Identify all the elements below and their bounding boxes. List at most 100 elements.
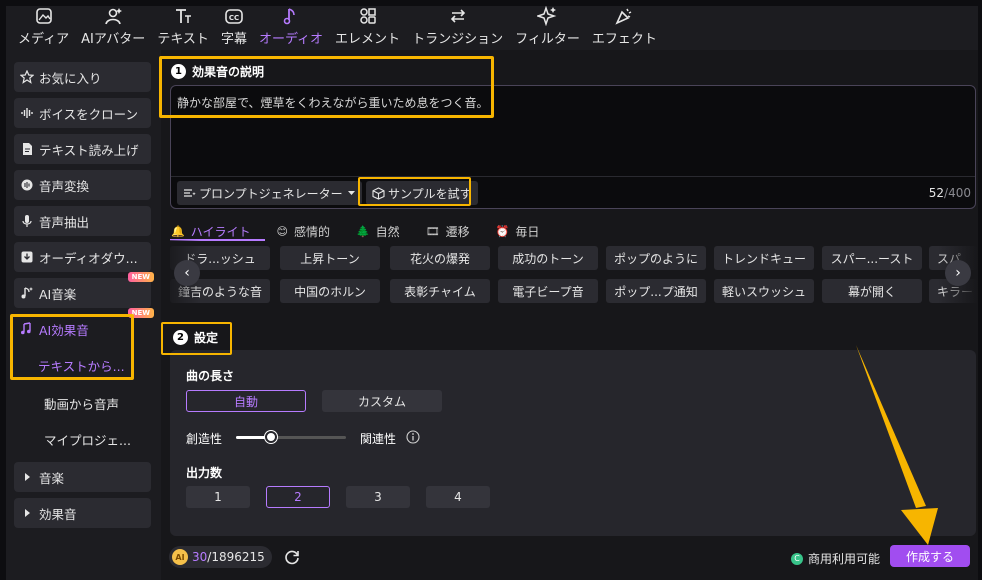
film-icon: 🎞 (425, 224, 440, 238)
filter-icon (537, 6, 557, 26)
chips-prev-button[interactable]: ‹ (174, 260, 200, 286)
tab-nature[interactable]: 🌲 自然 (356, 220, 400, 242)
char-counter: 52/400 (929, 186, 971, 200)
toolbar-element[interactable]: エレメント (329, 6, 406, 50)
chip-preset[interactable]: 上昇トーン (280, 246, 380, 270)
sidebar-item-ai-music[interactable]: AI音楽 NEW (14, 272, 154, 308)
char-max: /400 (944, 186, 971, 200)
chip-preset[interactable]: 表彰チャイム (390, 279, 490, 303)
chip-preset[interactable]: トレンドキュー (714, 246, 814, 270)
bell-icon: 🔔 (171, 224, 185, 238)
app-window: メディア AIアバター テキスト CC 字幕 オーディオ エレメント トランジシ… (0, 0, 982, 580)
tab-transition[interactable]: 🎞 遷移 (426, 220, 470, 242)
sidebar-item-label: マイプロジェ... (44, 432, 131, 448)
toolbar-filter[interactable]: フィルター (509, 6, 586, 50)
alarm-icon: ⏰ (495, 224, 510, 238)
tab-emotional[interactable]: 😊 感情的 (276, 220, 329, 242)
sidebar-item-label: 音声抽出 (39, 214, 90, 230)
slider-handle[interactable] (265, 431, 278, 443)
sidebar-item-favorites[interactable]: お気に入り (14, 62, 151, 92)
effect-icon (615, 8, 632, 25)
voice-convert-icon (20, 178, 34, 192)
output-option-3[interactable]: 3 (346, 486, 410, 508)
highlight-box-sample (358, 177, 471, 206)
output-option-4[interactable]: 4 (426, 486, 490, 508)
avatar-icon (105, 8, 123, 25)
textarea-footer: プロンプトジェネレーター サンプルを試す 52/400 (171, 176, 975, 208)
chip-preset[interactable]: 中国のホルン (280, 279, 380, 303)
main-toolbar: メディア AIアバター テキスト CC 字幕 オーディオ エレメント トランジシ… (6, 6, 978, 50)
toolbar-transition[interactable]: トランジション (406, 6, 509, 50)
chevron-down-icon (347, 191, 355, 195)
length-label: 曲の長さ (186, 369, 235, 383)
toolbar-audio[interactable]: オーディオ (253, 6, 329, 50)
waveform-icon (20, 106, 34, 120)
tab-label: 感情的 (293, 224, 330, 239)
credits-used: 30 (192, 550, 208, 564)
toolbar-effect[interactable]: エフェクト (586, 6, 663, 50)
toolbar-filter-label: フィルター (515, 32, 580, 47)
media-icon (35, 8, 52, 24)
output-option-1[interactable]: 1 (186, 486, 250, 508)
toolbar-ai-avatar-label: AIアバター (81, 32, 146, 47)
sidebar-item-voice-clone[interactable]: ボイスをクローン (14, 98, 151, 128)
refresh-icon[interactable] (283, 548, 301, 566)
sidebar-item-label: オーディオダウ... (39, 250, 138, 266)
chevron-left-icon: ‹ (184, 265, 190, 281)
document-icon (20, 142, 34, 156)
chips-next-button[interactable]: › (945, 260, 971, 286)
chip-preset[interactable]: ポップ...プ通知 (606, 279, 706, 303)
microphone-icon (20, 214, 34, 228)
tab-daily[interactable]: ⏰ 毎日 (496, 220, 540, 242)
credits-total: /1896215 (207, 550, 265, 564)
toolbar-ai-avatar[interactable]: AIアバター (75, 6, 151, 50)
sidebar-item-voice-extract[interactable]: 音声抽出 (14, 206, 151, 236)
sidebar-item-tts[interactable]: テキスト読み上げ (14, 134, 151, 164)
output-count-label: 出力数 (186, 466, 223, 480)
toolbar-media[interactable]: メディア (12, 6, 75, 50)
length-auto-button[interactable]: 自動 (186, 390, 306, 412)
credits-counter: AI 30 /1896215 (169, 546, 272, 568)
prompt-generator-dropdown[interactable]: プロンプトジェネレーター (177, 181, 362, 205)
text-icon (176, 9, 192, 23)
length-custom-button[interactable]: カスタム (322, 390, 442, 412)
creativity-label: 創造性 (186, 432, 223, 446)
sidebar-item-label: AI音楽 (39, 286, 77, 302)
sidebar-item-label: 音声変換 (39, 178, 90, 194)
sidebar-item-label: ボイスをクローン (39, 106, 139, 122)
new-badge: NEW (127, 272, 154, 282)
sidebar-item-sound-effects[interactable]: 効果音 (14, 498, 151, 528)
chip-preset[interactable]: スパー...ースト (822, 246, 922, 270)
creativity-slider[interactable] (236, 431, 346, 443)
chip-preset[interactable]: 花火の爆発 (390, 246, 490, 270)
sidebar-item-video-to-audio[interactable]: 動画から音声 (14, 388, 151, 418)
chip-preset[interactable]: 成功のトーン (498, 246, 598, 270)
caret-right-icon (20, 506, 34, 520)
info-icon[interactable] (406, 430, 420, 444)
audio-icon (283, 8, 295, 25)
tab-label: 遷移 (445, 224, 470, 239)
chip-preset[interactable]: 幕が開く (822, 279, 922, 303)
chip-preset[interactable]: 電子ビープ音 (498, 279, 598, 303)
chip-preset[interactable]: 軽いスウッシュ (714, 279, 814, 303)
smile-icon: 😊 (276, 224, 288, 238)
toolbar-subtitle[interactable]: CC 字幕 (215, 6, 253, 50)
sidebar-item-label: テキスト読み上げ (39, 142, 139, 158)
output-option-2[interactable]: 2 (266, 486, 330, 508)
sidebar-item-voice-convert[interactable]: 音声変換 (14, 170, 151, 200)
transition-icon (450, 9, 465, 23)
chip-preset[interactable]: ポップのように (606, 246, 706, 270)
svg-text:CC: CC (229, 14, 239, 22)
toolbar-text[interactable]: テキスト (151, 6, 215, 50)
sidebar-item-music[interactable]: 音楽 (14, 462, 151, 492)
sidebar-item-my-projects[interactable]: マイプロジェ... (14, 424, 151, 454)
highlight-box-settings (161, 322, 232, 355)
sidebar-item-audio-download[interactable]: オーディオダウ... (14, 242, 151, 272)
toolbar-transition-label: トランジション (412, 32, 504, 47)
caret-right-icon (20, 470, 34, 484)
highlight-box-sidebar (10, 314, 134, 380)
commercial-use-indicator: C 商用利用可能 (791, 550, 880, 567)
tab-label: 毎日 (515, 224, 540, 239)
tab-label: ハイライト (190, 224, 251, 239)
chevron-right-icon: › (955, 265, 961, 281)
